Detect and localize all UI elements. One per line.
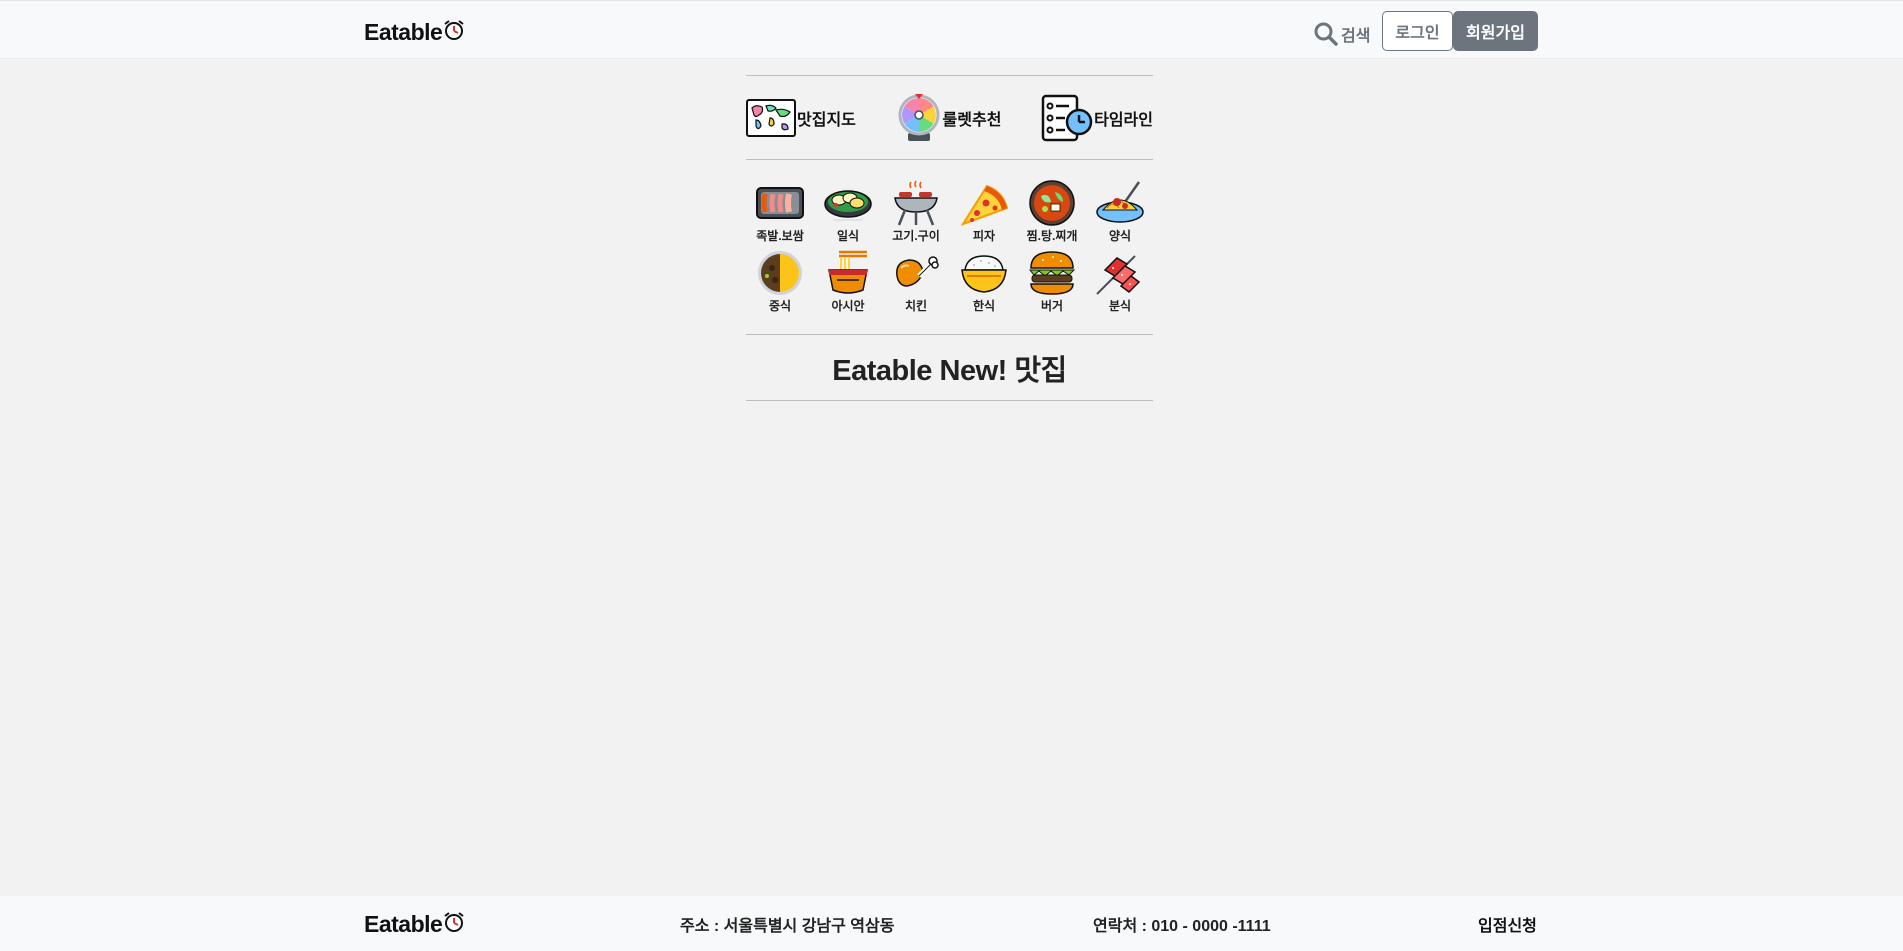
alarm-clock-icon: [444, 19, 464, 40]
category-label: 버거: [1040, 299, 1064, 313]
pork-slices-icon: [756, 187, 804, 219]
category-item[interactable]: 양식: [1086, 180, 1154, 244]
category-label: 아시안: [831, 299, 865, 313]
category-item[interactable]: 중식: [746, 250, 814, 314]
fish-cake-skewer-icon: [1096, 255, 1141, 295]
spaghetti-icon: [1096, 181, 1144, 223]
category-item[interactable]: 한식: [950, 250, 1018, 314]
category-item[interactable]: 찜.탕.찌개: [1018, 180, 1086, 244]
footer: Eatable 주소 : 서울특별시 강남구 역삼동 연락처 : 010 - 0…: [0, 896, 1903, 951]
feature-map-label: 맛집지도: [797, 111, 856, 129]
category-item[interactable]: 족발.보쌈: [746, 180, 814, 244]
noodle-bowl-icon: [828, 250, 868, 294]
footer-address: 주소 : 서울특별시 강남구 역삼동: [680, 918, 895, 935]
search-label: 검색: [1341, 28, 1371, 45]
category-label: 한식: [972, 299, 996, 313]
category-label: 피자: [972, 229, 996, 243]
footer-logo[interactable]: Eatable: [364, 911, 466, 938]
category-item[interactable]: 피자: [950, 180, 1018, 244]
pizza-icon: [960, 184, 1009, 226]
bbq-grill-icon: [894, 180, 938, 226]
divider: [746, 400, 1153, 401]
roulette-wheel-icon: [898, 93, 940, 141]
feature-menu: 맛집지도 룰렛추천 타임라인: [746, 76, 1153, 159]
category-label: 중식: [768, 299, 792, 313]
search-button[interactable]: 검색: [1313, 21, 1370, 47]
world-map-icon: [746, 98, 796, 137]
feature-map[interactable]: 맛집지도: [746, 98, 856, 138]
category-item[interactable]: 분식: [1086, 250, 1154, 314]
feature-roulette[interactable]: 룰렛추천: [896, 93, 1002, 143]
chicken-leg-icon: [896, 256, 939, 287]
category-label: 찜.탕.찌개: [1026, 229, 1078, 243]
footer-contact: 연락처 : 010 - 0000 -1111: [1093, 918, 1271, 935]
new-restaurants-title: Eatable New! 맛집: [832, 354, 1067, 387]
category-label: 양식: [1108, 229, 1132, 243]
footer-logo-text: Eatable: [364, 911, 443, 937]
burger-icon: [1028, 251, 1076, 295]
category-label: 분식: [1108, 299, 1132, 313]
feature-timeline-label: 타임라인: [1094, 111, 1153, 129]
alarm-clock-icon: [444, 911, 464, 932]
rice-bowl-icon: [961, 255, 1007, 293]
brand-logo-text: Eatable: [364, 19, 443, 45]
top-navbar: Eatable 검색 로그인 회원가입: [0, 0, 1903, 59]
category-label: 고기.구이: [892, 229, 940, 243]
feature-roulette-label: 룰렛추천: [942, 111, 1002, 129]
category-item[interactable]: 버거: [1018, 250, 1086, 314]
signup-button[interactable]: 회원가입: [1453, 11, 1538, 51]
main-content: 맛집지도 룰렛추천 타임라인 족발.보쌈 일식 고기.구이 피자 찜.탕.찌개 …: [746, 75, 1153, 401]
brand-logo[interactable]: Eatable: [364, 19, 466, 46]
category-label: 족발.보쌈: [756, 229, 804, 243]
jjajang-plate-icon: [758, 251, 802, 295]
category-item[interactable]: 치킨: [882, 250, 950, 314]
timeline-checklist-icon: [1041, 94, 1093, 141]
search-icon: [1314, 22, 1338, 46]
store-apply-link[interactable]: 입점신청: [1478, 912, 1537, 936]
category-item[interactable]: 일식: [814, 180, 882, 244]
category-label: 치킨: [904, 299, 928, 313]
login-button[interactable]: 로그인: [1382, 11, 1453, 51]
sushi-plate-icon: [824, 190, 872, 221]
stew-bowl-icon: [1029, 180, 1075, 226]
category-item[interactable]: 아시안: [814, 250, 882, 314]
category-item[interactable]: 고기.구이: [882, 180, 950, 244]
category-label: 일식: [836, 229, 860, 243]
feature-timeline[interactable]: 타임라인: [1041, 94, 1153, 142]
category-grid: 족발.보쌈 일식 고기.구이 피자 찜.탕.찌개 양식 중식 아시안 치킨 한식…: [746, 160, 1153, 334]
